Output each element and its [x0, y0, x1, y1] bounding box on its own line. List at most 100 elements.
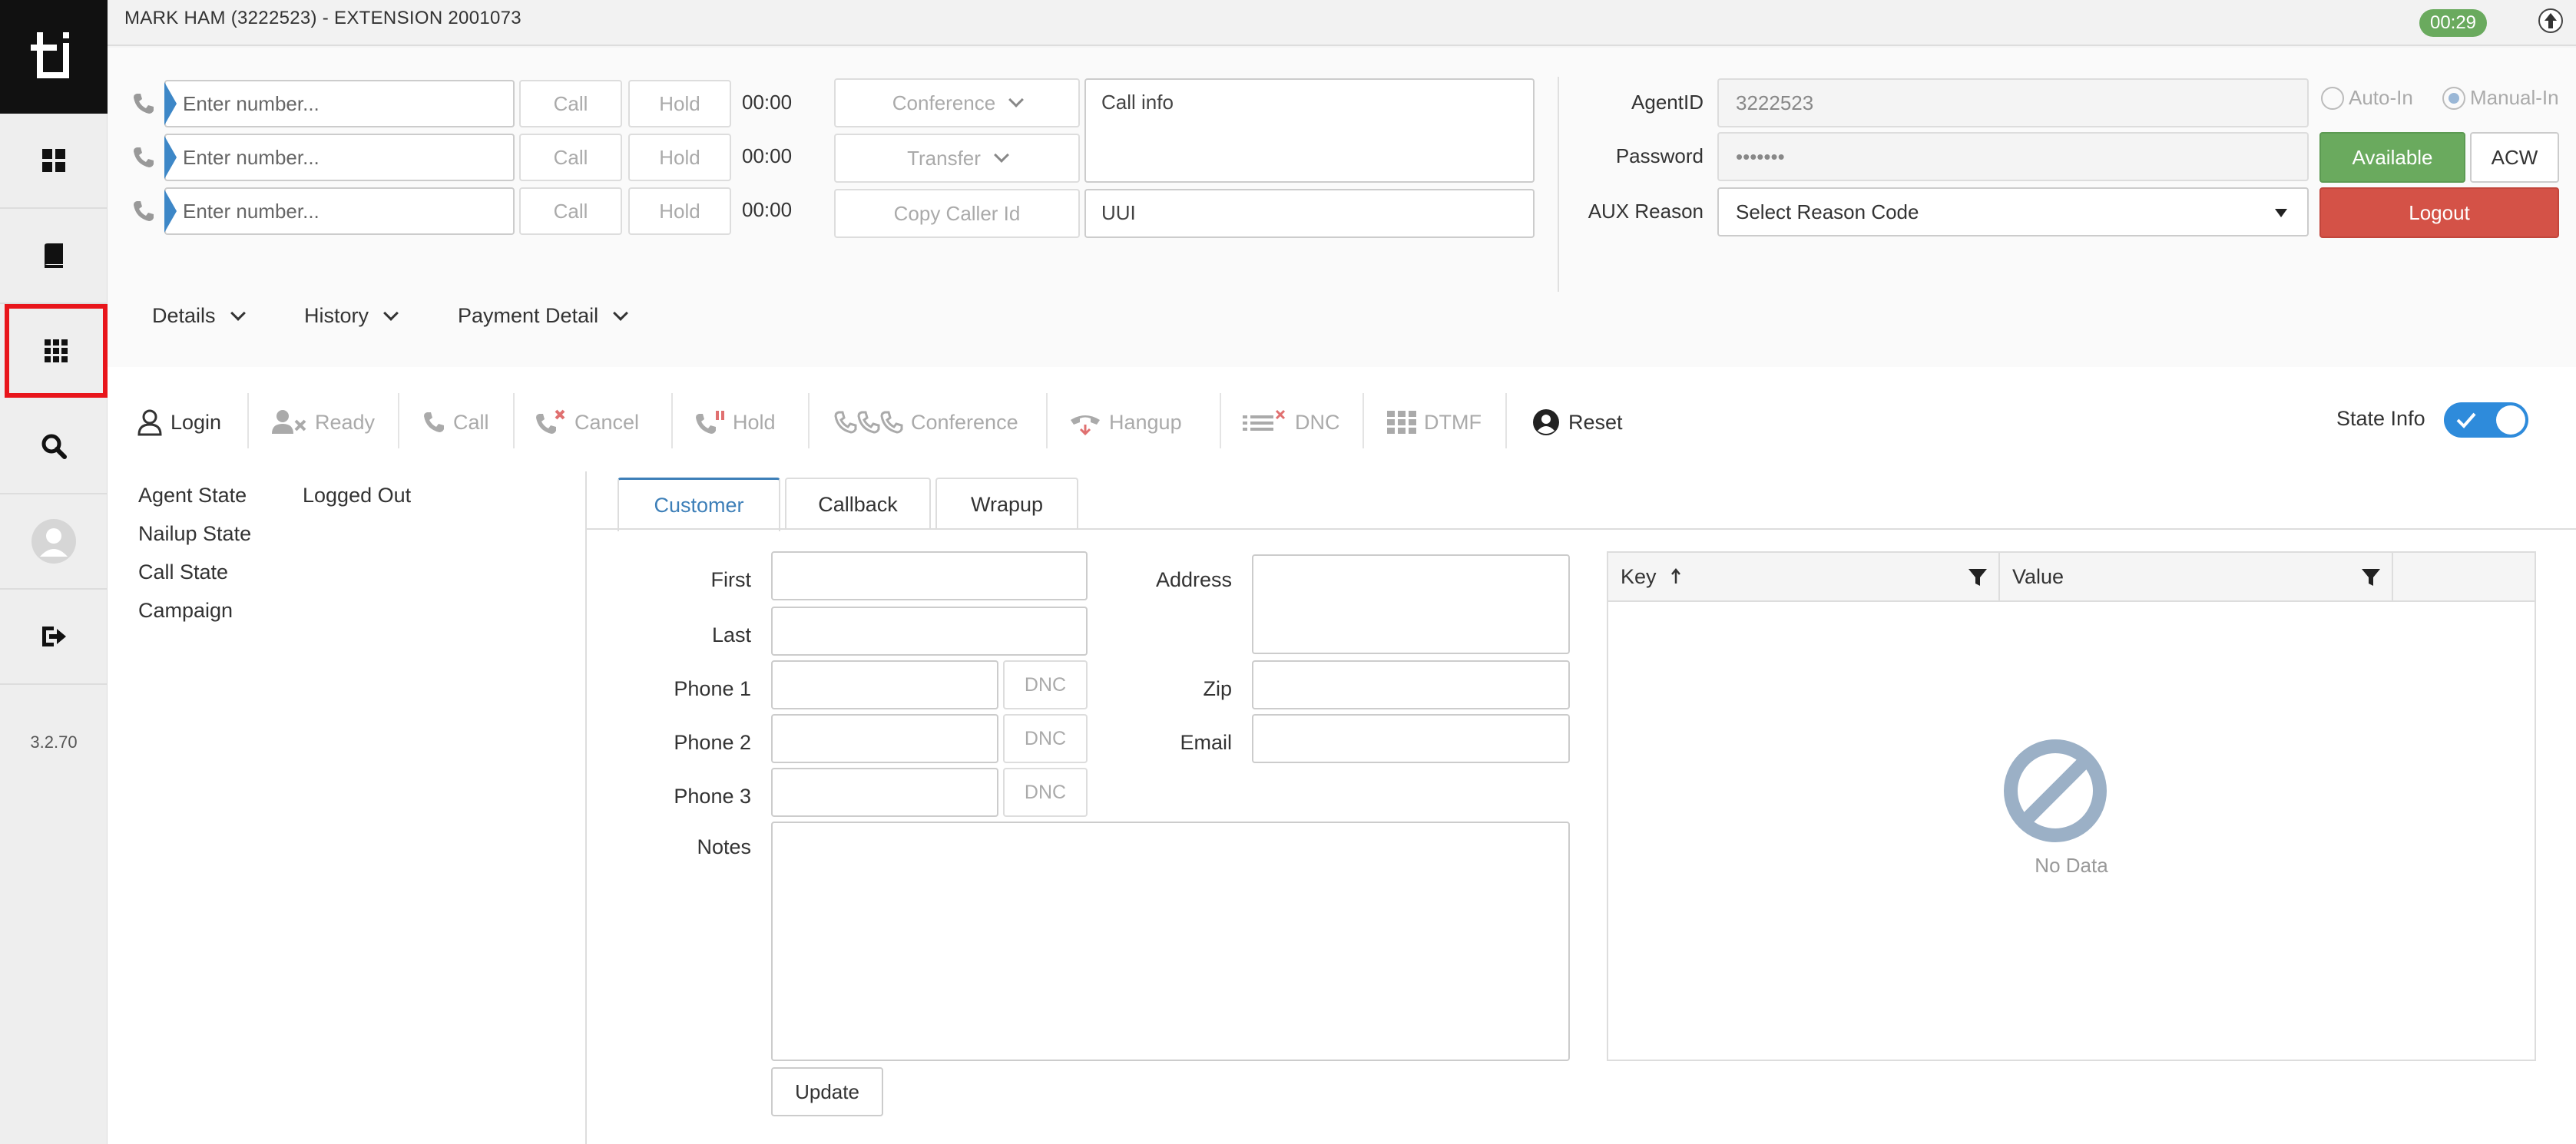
search-icon — [41, 434, 67, 459]
sign-out-icon — [42, 627, 66, 646]
agentid-label: AgentID — [1631, 91, 1704, 114]
state-info-toggle[interactable] — [2444, 402, 2528, 438]
agent-title: MARK HAM (3222523) - EXTENSION 2001073 — [124, 8, 521, 28]
hold-button[interactable]: Hold — [696, 401, 776, 444]
password-field[interactable]: ••••••• — [1717, 132, 2309, 181]
toggle-knob — [2496, 405, 2525, 435]
chevron-down-icon — [613, 305, 628, 321]
app-logo — [0, 0, 108, 114]
details-toggle[interactable]: Details — [152, 304, 246, 328]
sidebar-item-dashboard[interactable] — [0, 114, 108, 209]
line1-number-input[interactable] — [164, 80, 515, 127]
line1-flag-marker — [164, 82, 177, 125]
login-button[interactable]: Login — [137, 401, 221, 444]
line3-call-button[interactable]: Call — [519, 187, 622, 235]
payment-detail-toggle[interactable]: Payment Detail — [458, 304, 628, 328]
auto-in-label: Auto-In — [2349, 86, 2413, 109]
tab-underline — [587, 528, 2576, 530]
acw-button[interactable]: ACW — [2470, 132, 2559, 183]
logout-button[interactable]: Logout — [2319, 187, 2559, 238]
call-button[interactable]: Call — [422, 401, 489, 444]
login-label: Login — [171, 410, 222, 434]
line3-number-input[interactable] — [164, 187, 515, 235]
sidebar-item-book[interactable] — [0, 209, 108, 304]
agent-state-label: Agent State — [138, 484, 247, 507]
last-label: Last — [711, 623, 751, 646]
phone2-input[interactable] — [771, 714, 998, 763]
address-textarea[interactable] — [1252, 554, 1570, 654]
grid-column-value[interactable]: Value — [2000, 553, 2393, 600]
check-icon — [2456, 412, 2476, 428]
phones-conference-icon — [834, 411, 903, 434]
list-x-icon — [1243, 409, 1286, 431]
aux-reason-label: AUX Reason — [1588, 200, 1704, 223]
line1-hold-button[interactable]: Hold — [628, 80, 731, 127]
line3-hold-button[interactable]: Hold — [628, 187, 731, 235]
zip-input[interactable] — [1252, 660, 1570, 709]
apps-grid-icon — [45, 339, 68, 362]
ready-button[interactable]: Ready — [272, 401, 375, 444]
details-label: Details — [152, 304, 216, 327]
call-info-textarea[interactable]: Call info — [1084, 78, 1535, 183]
toolbar-separator — [513, 393, 515, 448]
first-name-input[interactable] — [771, 551, 1088, 600]
dnc-label: DNC — [1295, 410, 1340, 434]
phone3-input[interactable] — [771, 768, 998, 817]
conference-toolbar-label: Conference — [911, 410, 1018, 434]
conference-button[interactable]: Conference — [834, 401, 1018, 444]
sidebar-item-logout[interactable] — [0, 590, 108, 685]
last-name-input[interactable] — [771, 607, 1088, 656]
phone2-dnc-button[interactable]: DNC — [1003, 714, 1088, 763]
auto-in-radio[interactable]: Auto-In — [2321, 86, 2413, 110]
toolbar-separator — [398, 393, 399, 448]
phone-icon — [424, 412, 444, 432]
line2-number-input[interactable] — [164, 134, 515, 181]
password-label: Password — [1615, 144, 1704, 167]
phone3-dnc-button[interactable]: DNC — [1003, 768, 1088, 817]
chevron-down-icon — [1008, 92, 1025, 107]
line1-call-button[interactable]: Call — [519, 80, 622, 127]
history-toggle[interactable]: History — [304, 304, 399, 328]
aux-reason-select[interactable]: Select Reason Code — [1717, 187, 2309, 236]
conference-dropdown[interactable]: Conference — [834, 78, 1080, 127]
arrow-up-icon[interactable] — [2538, 8, 2564, 34]
grid-column-key[interactable]: Key — [1608, 553, 2000, 600]
cancel-label: Cancel — [574, 410, 640, 434]
cancel-button[interactable]: Cancel — [536, 401, 639, 444]
hangup-button[interactable]: Hangup — [1069, 401, 1182, 444]
line2-hold-button[interactable]: Hold — [628, 134, 731, 181]
notes-textarea[interactable] — [771, 822, 1570, 1061]
conference-label: Conference — [892, 91, 996, 114]
manual-in-radio[interactable]: Manual-In — [2442, 86, 2559, 110]
update-button[interactable]: Update — [771, 1067, 883, 1116]
phone1-input[interactable] — [771, 660, 998, 709]
agentid-field[interactable]: 3222523 — [1717, 78, 2309, 127]
sidebar-item-search[interactable] — [0, 399, 108, 494]
line1-timer: 00:00 — [742, 91, 793, 114]
uui-field[interactable]: UUI — [1084, 189, 1535, 238]
sidebar-item-profile[interactable] — [0, 494, 108, 590]
phone1-dnc-button[interactable]: DNC — [1003, 660, 1088, 709]
filter-icon[interactable] — [2361, 568, 2381, 587]
panel-divider — [1558, 77, 1559, 292]
dashboard-icon — [42, 149, 65, 172]
dtmf-button[interactable]: DTMF — [1387, 401, 1482, 444]
transfer-dropdown[interactable]: Transfer — [834, 134, 1080, 183]
filter-icon[interactable] — [1968, 568, 1988, 587]
reset-button[interactable]: Reset — [1531, 401, 1623, 444]
sidebar-item-apps[interactable] — [5, 304, 108, 398]
toolbar-separator — [1046, 393, 1048, 448]
available-button[interactable]: Available — [2319, 132, 2465, 183]
line2-call-button[interactable]: Call — [519, 134, 622, 181]
top-bar: MARK HAM (3222523) - EXTENSION 2001073 0… — [108, 0, 2576, 46]
hangup-label: Hangup — [1109, 410, 1182, 434]
nailup-state-label: Nailup State — [138, 522, 252, 545]
tab-customer[interactable]: Customer — [618, 478, 780, 531]
tab-callback[interactable]: Callback — [785, 478, 931, 530]
ready-label: Ready — [315, 410, 376, 434]
email-input[interactable] — [1252, 714, 1570, 763]
version-label: 3.2.70 — [30, 732, 78, 752]
dnc-button[interactable]: DNC — [1243, 401, 1340, 444]
copy-caller-id-button[interactable]: Copy Caller Id — [834, 189, 1080, 238]
tab-wrapup[interactable]: Wrapup — [935, 478, 1078, 530]
